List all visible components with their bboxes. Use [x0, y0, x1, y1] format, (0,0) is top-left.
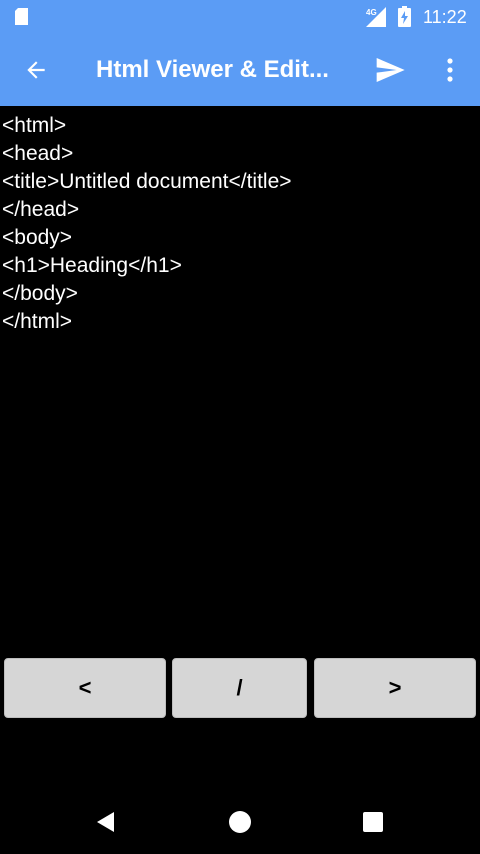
battery-icon: [398, 6, 411, 27]
shortcut-keys-row: < / >: [0, 658, 480, 720]
nav-back-icon[interactable]: [94, 810, 118, 834]
status-time: 11:22: [423, 7, 467, 27]
status-bar: 4G 11:22: [0, 0, 480, 34]
slash-key[interactable]: /: [172, 658, 307, 718]
nav-home-icon[interactable]: [228, 810, 252, 834]
code-line[interactable]: <title>Untitled document</title>: [2, 168, 480, 196]
back-arrow-icon: [27, 61, 45, 79]
sd-card-icon: [15, 8, 28, 25]
back-button[interactable]: [12, 46, 60, 94]
code-line[interactable]: <head>: [2, 140, 480, 168]
greater-than-key[interactable]: >: [314, 658, 476, 718]
code-line[interactable]: <h1>Heading</h1>: [2, 252, 480, 280]
code-line[interactable]: </html>: [2, 308, 480, 336]
code-line[interactable]: </body>: [2, 280, 480, 308]
code-editor[interactable]: <html> <head> <title>Untitled document</…: [0, 106, 480, 654]
navigation-bar: [0, 790, 480, 854]
overflow-menu-icon: [447, 58, 453, 82]
network-type-label: 4G: [366, 8, 377, 17]
code-line[interactable]: <body>: [2, 224, 480, 252]
less-than-key[interactable]: <: [4, 658, 166, 718]
nav-recents-icon[interactable]: [362, 811, 384, 833]
overflow-menu-button[interactable]: [428, 46, 472, 94]
send-icon: [376, 58, 405, 82]
signal-icon: 4G: [366, 7, 386, 27]
code-line[interactable]: </head>: [2, 196, 480, 224]
send-button[interactable]: [366, 46, 414, 94]
code-line[interactable]: <html>: [2, 112, 480, 140]
app-bar: Html Viewer & Edit...: [0, 34, 480, 106]
screen: 4G 11:22 Html Viewer & Edit... <html> <h…: [0, 0, 480, 854]
app-title: Html Viewer & Edit...: [96, 56, 329, 83]
